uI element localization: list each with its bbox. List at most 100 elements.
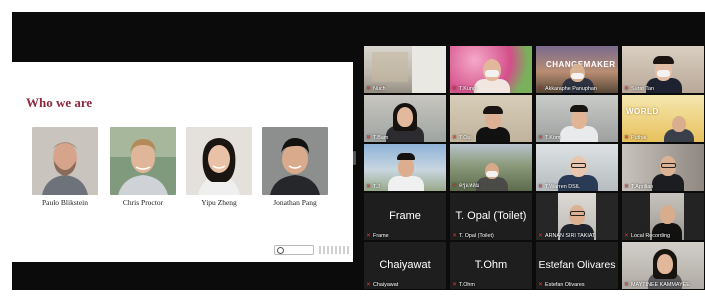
participant-tile[interactable]: ✕ T.Aprilian [622,144,704,191]
participant-name: T.Bam [373,135,389,141]
team-member-card: Chris Proctor [110,127,176,207]
participant-tile[interactable]: ✕ ARNAN SIRI TAKIAT [536,193,618,240]
split-view-drag-handle[interactable] [353,151,356,165]
participant-tile[interactable]: WORLD ✕ Puthai [622,95,704,142]
participant-tile[interactable]: ✕ ครูแหลม [450,144,532,191]
team-member-card: Yipu Zheng [186,127,252,207]
participant-name: T.Oui [459,135,472,141]
participant-name: Nuch [373,86,386,92]
participant-name: MAYTINEE KAMMAYEE [631,282,690,288]
participant-tile[interactable]: ✕ Surat Tan [622,46,704,93]
shared-screen[interactable]: Who we are Paulo Blikstein Chris Proctor… [12,62,353,262]
participant-name: T.Kung [459,86,476,92]
participant-name: T.Warren DSIL [545,184,581,190]
member-name: Jonathan Pang [273,198,317,207]
mic-muted-icon: ✕ [624,184,630,190]
member-name: Chris Proctor [122,198,164,207]
participant-caption: ✕ T. Opal (Toilet) [452,233,494,239]
participant-caption: ✕ Puthai [624,135,646,141]
mic-muted-icon: ✕ [624,86,630,92]
participant-display-name: Frame [389,210,421,222]
mic-muted-icon: ✕ [624,135,630,141]
team-member-card: Jonathan Pang [262,127,328,207]
participant-tile[interactable]: T. Opal (Toilet) ✕ T. Opal (Toilet) [450,193,532,240]
mic-muted-icon: ✕ [452,282,458,288]
participant-tile[interactable]: Frame ✕ Frame [364,193,446,240]
team-member-card: Paulo Blikstein [32,127,98,207]
participant-caption: ✕ ครูแหลม [452,182,479,190]
participant-name: T.J [373,184,380,190]
participant-caption: ✕ Estefan Olivares [538,282,585,288]
participant-tile[interactable]: ✕ T.Bam [364,95,446,142]
meeting-window: Who we are Paulo Blikstein Chris Proctor… [12,12,705,290]
mic-muted-icon: ✕ [538,135,544,141]
slide-title: Who we are [26,95,93,110]
participant-caption: ✕ T.Aprilian [624,184,653,190]
participant-caption: ✕ T.Kung [452,86,476,92]
participant-tile[interactable]: ✕ T.Kung [450,46,532,93]
participant-caption: ✕ T.Bam [366,135,388,141]
participant-name: Estefan Olivares [545,282,585,288]
participant-tile[interactable]: Estefan Olivares ✕ Estefan Olivares [536,242,618,289]
mic-muted-icon: ✕ [366,184,372,190]
mic-muted-icon: ✕ [624,233,630,239]
participant-tile[interactable]: Chaiyawat ✕ Chaiyawat [364,242,446,289]
mic-muted-icon: ✕ [538,184,544,190]
mic-muted-icon: ✕ [452,233,458,239]
participant-tile[interactable]: ✕ Local Recording [622,193,704,240]
participant-display-name: Estefan Olivares [538,259,616,271]
slide-logos [274,244,349,256]
participant-caption: ✕ MAYTINEE KAMMAYEE [624,282,690,288]
participant-caption: ✕ T.J [366,184,380,190]
screenshot-frame: Who we are Paulo Blikstein Chris Proctor… [0,0,705,302]
mic-muted-icon: ✕ [452,86,458,92]
participant-tile[interactable]: CHANGEMAKER ✕Akkaraphe Panuphan [536,46,618,93]
participant-name: ARNAN SIRI TAKIAT [545,233,596,239]
participant-caption: ✕ Akkaraphe Panuphan [538,86,597,92]
mic-muted-icon: ✕ [366,86,372,92]
participant-name: Akkaraphe Panuphan [545,86,597,92]
mic-muted-icon: ✕ [452,135,458,141]
university-logo-icon [274,245,314,255]
participant-name: Chaiyawat [373,282,399,288]
participant-caption: ✕ T.Ohm [452,282,475,288]
participant-caption: ✕ T.Warren DSIL [538,184,580,190]
participant-caption: ✕ T.Kom [538,135,560,141]
participant-tile[interactable]: ✕ T.Kom [536,95,618,142]
participant-caption: ✕ T.Oui [452,135,472,141]
participant-tile[interactable]: ✕ MAYTINEE KAMMAYEE [622,242,704,289]
member-photo [186,127,252,195]
participant-name: Surat Tan [631,86,655,92]
participant-tile[interactable]: ✕ T.Oui [450,95,532,142]
participant-name: T.Kom [545,135,561,141]
participant-tile[interactable]: ✕ T.J [364,144,446,191]
mic-muted-icon: ✕ [624,282,630,288]
mic-muted-icon: ✕ [366,233,372,239]
participant-name: ครูแหลม [459,183,480,189]
member-name: Yipu Zheng [201,198,237,207]
top-bar [12,12,705,44]
participant-name: Local Recording [631,233,670,239]
mic-muted-icon: ✕ [538,86,544,92]
participant-caption: ✕ Surat Tan [624,86,654,92]
participant-tile[interactable]: ✕ T.Warren DSIL [536,144,618,191]
participant-tile[interactable]: ✕ Nuch [364,46,446,93]
mic-muted-icon: ✕ [452,183,458,189]
partner-logo-icon [319,246,349,254]
participant-name: Puthai [631,135,647,141]
participant-caption: ✕ Frame [366,233,389,239]
participant-caption: ✕ Local Recording [624,233,670,239]
participant-caption: ✕ Nuch [366,86,386,92]
participant-display-name: T. Opal (Toilet) [455,210,527,222]
mic-muted-icon: ✕ [366,135,372,141]
background-overlay-text: WORLD [626,107,659,116]
participant-gallery: ✕Nuch ✕T.Kung CHANGEMAKER ✕Akkaraphe Pan… [364,46,705,290]
participant-name: T.Aprilian [631,184,654,190]
member-name: Paulo Blikstein [41,198,89,207]
member-photo [262,127,328,195]
participant-tile[interactable]: T.Ohm ✕ T.Ohm [450,242,532,289]
mic-muted-icon: ✕ [538,282,544,288]
participant-name: Frame [373,233,389,239]
member-photo [110,127,176,195]
participant-display-name: Chaiyawat [379,259,431,271]
